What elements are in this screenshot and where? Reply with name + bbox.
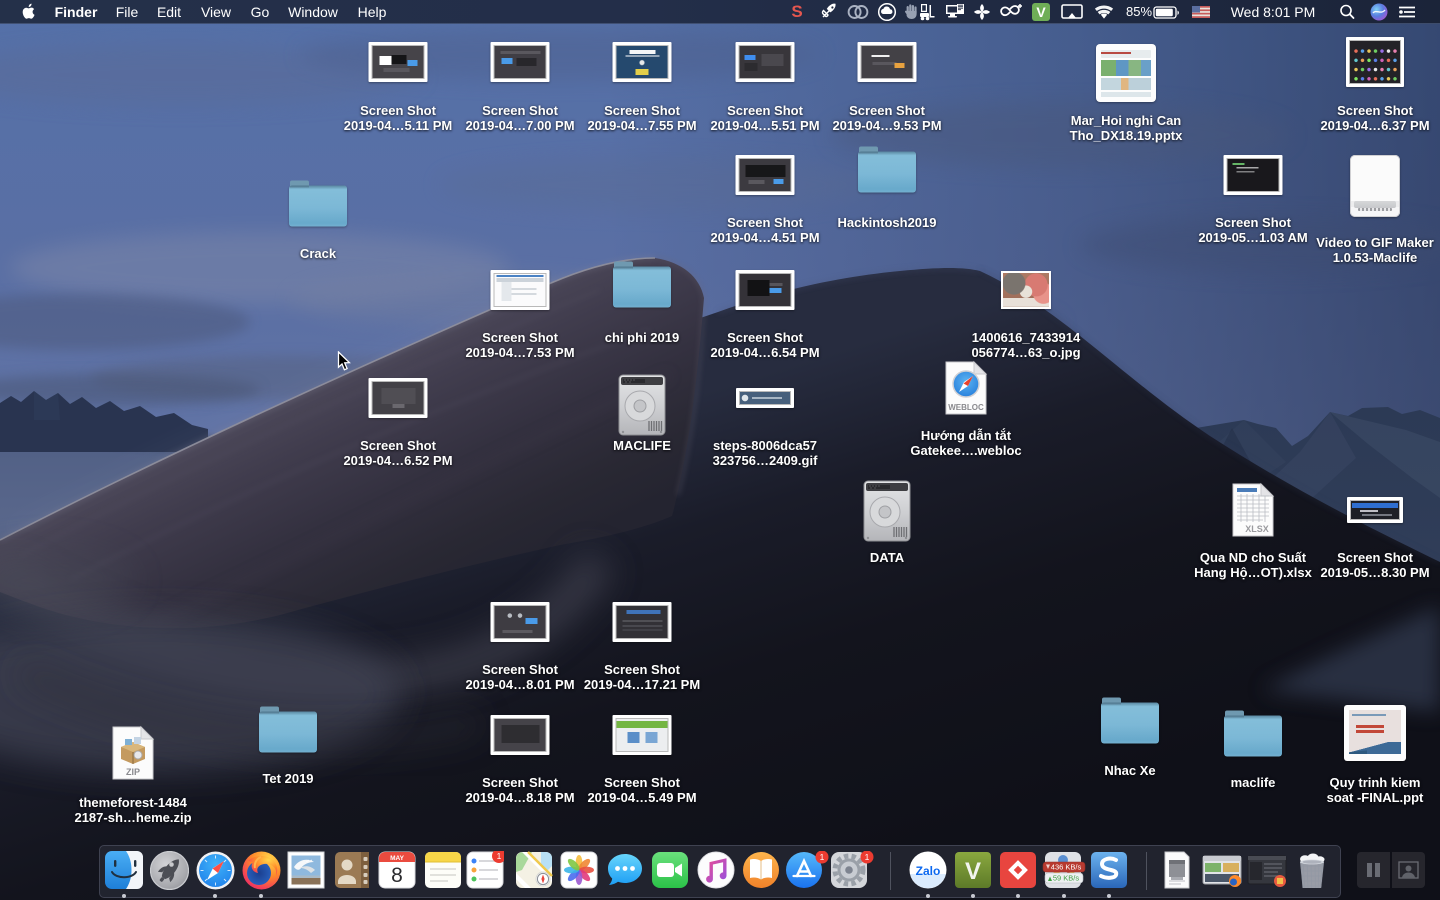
svg-text:8: 8 [391,864,403,887]
svg-text:1: 1 [820,852,825,862]
svg-text:ZIP: ZIP [126,767,140,777]
svg-text:Zalo: Zalo [916,864,941,878]
svg-text:V: V [965,858,981,885]
svg-text:XLSX: XLSX [1245,524,1269,534]
svg-text:59 KB/s: 59 KB/s [1053,874,1080,883]
svg-text:1: 1 [497,851,502,861]
svg-text:WEBLOC: WEBLOC [948,403,984,412]
svg-text:436 KB/s: 436 KB/s [1051,863,1082,872]
svg-text:MAY: MAY [390,855,405,862]
svg-text:1: 1 [865,852,870,862]
